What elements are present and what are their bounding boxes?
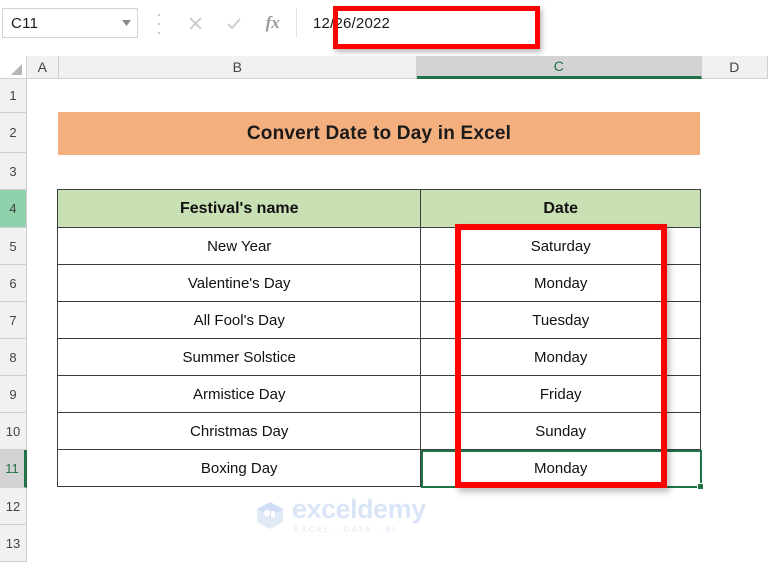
cell-day-value[interactable]: Saturday [421,228,701,265]
column-header-strip: A B C D [0,56,768,79]
name-box-value: C11 [3,15,115,32]
table-header-date: Date [421,190,701,228]
exceldemy-watermark: exceldemy EXCEL - DATA - BI [255,491,485,539]
table-row: Boxing Day Monday [58,450,701,487]
select-all-corner[interactable] [0,56,27,79]
insert-function-icon[interactable]: fx [253,8,292,38]
row-header-10[interactable]: 10 [0,413,27,450]
table-row: New Year Saturday [58,228,701,265]
column-header-b[interactable]: B [59,56,417,79]
cell-festival-name[interactable]: Christmas Day [58,413,421,450]
cell-day-value[interactable]: Monday [421,339,701,376]
row-header-5[interactable]: 5 [0,228,27,265]
row-header-7[interactable]: 7 [0,302,27,339]
row-header-13[interactable]: 13 [0,525,27,562]
festival-date-table: Festival's name Date New Year Saturday V… [57,189,701,487]
table-header-festival-name: Festival's name [58,190,421,228]
column-header-c[interactable]: C [417,56,702,79]
row-header-12[interactable]: 12 [0,488,27,525]
row-header-4[interactable]: 4 [0,190,27,228]
fill-handle[interactable] [697,483,704,490]
row-header-11[interactable]: 11 [0,450,27,488]
cell-day-value[interactable]: Tuesday [421,302,701,339]
exceldemy-logo-icon [255,500,285,530]
row-header-9[interactable]: 9 [0,376,27,413]
annotation-formula-box [333,6,540,49]
row-header-6[interactable]: 6 [0,265,27,302]
table-header-row: Festival's name Date [58,190,701,228]
worksheet-grid[interactable]: Convert Date to Day in Excel Festival's … [27,79,768,562]
cell-festival-name[interactable]: Armistice Day [58,376,421,413]
cell-festival-name[interactable]: Valentine's Day [58,265,421,302]
excel-worksheet-screenshot: C11 fx 12/26/2022 [0,0,768,562]
cell-festival-name[interactable]: New Year [58,228,421,265]
cell-festival-name[interactable]: Boxing Day [58,450,421,487]
row-header-1[interactable]: 1 [0,79,27,113]
title-banner[interactable]: Convert Date to Day in Excel [58,112,700,155]
title-banner-text: Convert Date to Day in Excel [247,123,511,145]
cell-day-value[interactable]: Monday [421,450,701,487]
row-header-3[interactable]: 3 [0,153,27,190]
row-header-strip: 1 2 3 4 5 6 7 8 9 10 11 12 13 [0,79,27,562]
cell-day-value[interactable]: Monday [421,265,701,302]
chevron-down-icon[interactable] [115,20,137,26]
row-header-8[interactable]: 8 [0,339,27,376]
cell-day-value[interactable]: Friday [421,376,701,413]
name-box[interactable]: C11 [2,8,138,38]
close-icon[interactable] [176,8,215,38]
table-row: Christmas Day Sunday [58,413,701,450]
table-row: Armistice Day Friday [58,376,701,413]
column-header-d[interactable]: D [702,56,768,79]
column-header-a[interactable]: A [27,56,59,79]
formula-bar-buttons: fx [176,8,292,38]
formula-bar-separator [152,14,166,34]
cell-day-value[interactable]: Sunday [421,413,701,450]
watermark-title: exceldemy [292,496,426,523]
table-row: Valentine's Day Monday [58,265,701,302]
check-icon[interactable] [215,8,254,38]
table-row: Summer Solstice Monday [58,339,701,376]
cell-festival-name[interactable]: All Fool's Day [58,302,421,339]
formula-bar: C11 fx 12/26/2022 [0,0,768,56]
row-header-2[interactable]: 2 [0,113,27,153]
table-row: All Fool's Day Tuesday [58,302,701,339]
cell-festival-name[interactable]: Summer Solstice [58,339,421,376]
watermark-subtitle: EXCEL - DATA - BI [294,526,426,534]
